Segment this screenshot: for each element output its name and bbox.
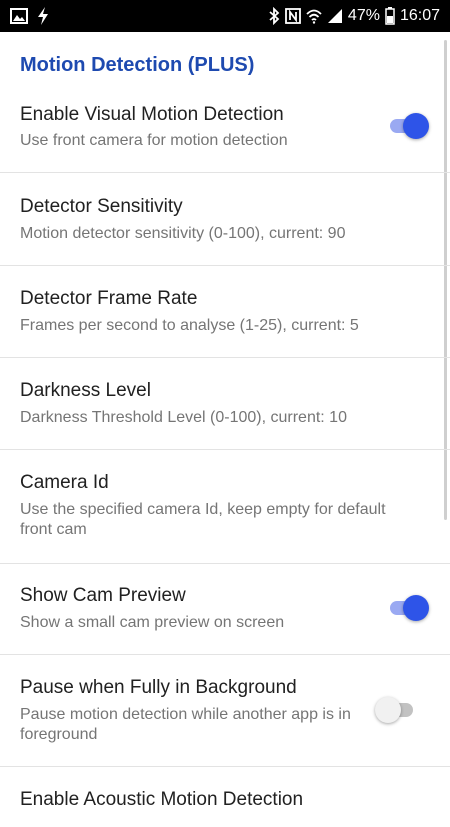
pref-enable-acoustic-motion-detection[interactable]: Enable Acoustic Motion Detection — [0, 767, 450, 827]
pref-title: Enable Acoustic Motion Detection — [20, 789, 304, 810]
signal-icon — [327, 8, 343, 24]
battery-icon — [385, 7, 395, 25]
pref-title: Show Cam Preview — [20, 585, 186, 606]
pref-title: Detector Sensitivity — [20, 196, 183, 217]
battery-percent: 47% — [347, 7, 380, 24]
status-left-icons — [10, 7, 50, 25]
pref-summary: Motion detector sensitivity (0-100), cur… — [20, 225, 346, 242]
pref-summary: Darkness Threshold Level (0-100), curren… — [20, 409, 347, 426]
image-icon — [10, 8, 28, 24]
bluetooth-icon — [268, 7, 280, 25]
pref-title: Camera Id — [20, 472, 109, 493]
visual-motion-detection-switch[interactable] — [386, 113, 429, 139]
pref-summary: Frames per second to analyse (1-25), cur… — [20, 317, 359, 334]
pref-enable-visual-motion-detection[interactable]: Enable Visual Motion Detection Use front… — [0, 88, 450, 173]
pref-title: Darkness Level — [20, 380, 151, 401]
pref-title: Pause when Fully in Background — [20, 677, 297, 698]
flash-icon — [36, 7, 50, 25]
clock: 16:07 — [399, 7, 440, 24]
pref-title: Detector Frame Rate — [20, 288, 198, 309]
pref-summary: Use the specified camera Id, keep empty … — [20, 501, 386, 538]
section-title: Motion Detection (PLUS) — [20, 54, 255, 76]
pref-show-cam-preview[interactable]: Show Cam Preview Show a small cam previe… — [0, 564, 450, 655]
cam-preview-switch[interactable] — [386, 595, 429, 621]
nfc-icon — [285, 8, 301, 24]
pref-camera-id[interactable]: Camera Id Use the specified camera Id, k… — [0, 450, 450, 564]
pref-detector-frame-rate[interactable]: Detector Frame Rate Frames per second to… — [0, 266, 450, 358]
pref-darkness-level[interactable]: Darkness Level Darkness Threshold Level … — [0, 358, 450, 450]
pause-in-background-switch[interactable] — [375, 697, 417, 723]
pref-summary: Use front camera for motion detection — [20, 132, 288, 149]
pref-summary: Pause motion detection while another app… — [20, 706, 351, 743]
status-right-icons: 47% 16:07 — [268, 5, 440, 27]
pref-summary: Show a small cam preview on screen — [20, 614, 285, 631]
status-bar: 47% 16:07 — [0, 0, 450, 32]
pref-title: Enable Visual Motion Detection — [20, 104, 284, 125]
pref-pause-when-fully-in-background[interactable]: Pause when Fully in Background Pause mot… — [0, 655, 450, 767]
wifi-icon — [306, 8, 322, 24]
pref-detector-sensitivity[interactable]: Detector Sensitivity Motion detector sen… — [0, 173, 450, 266]
